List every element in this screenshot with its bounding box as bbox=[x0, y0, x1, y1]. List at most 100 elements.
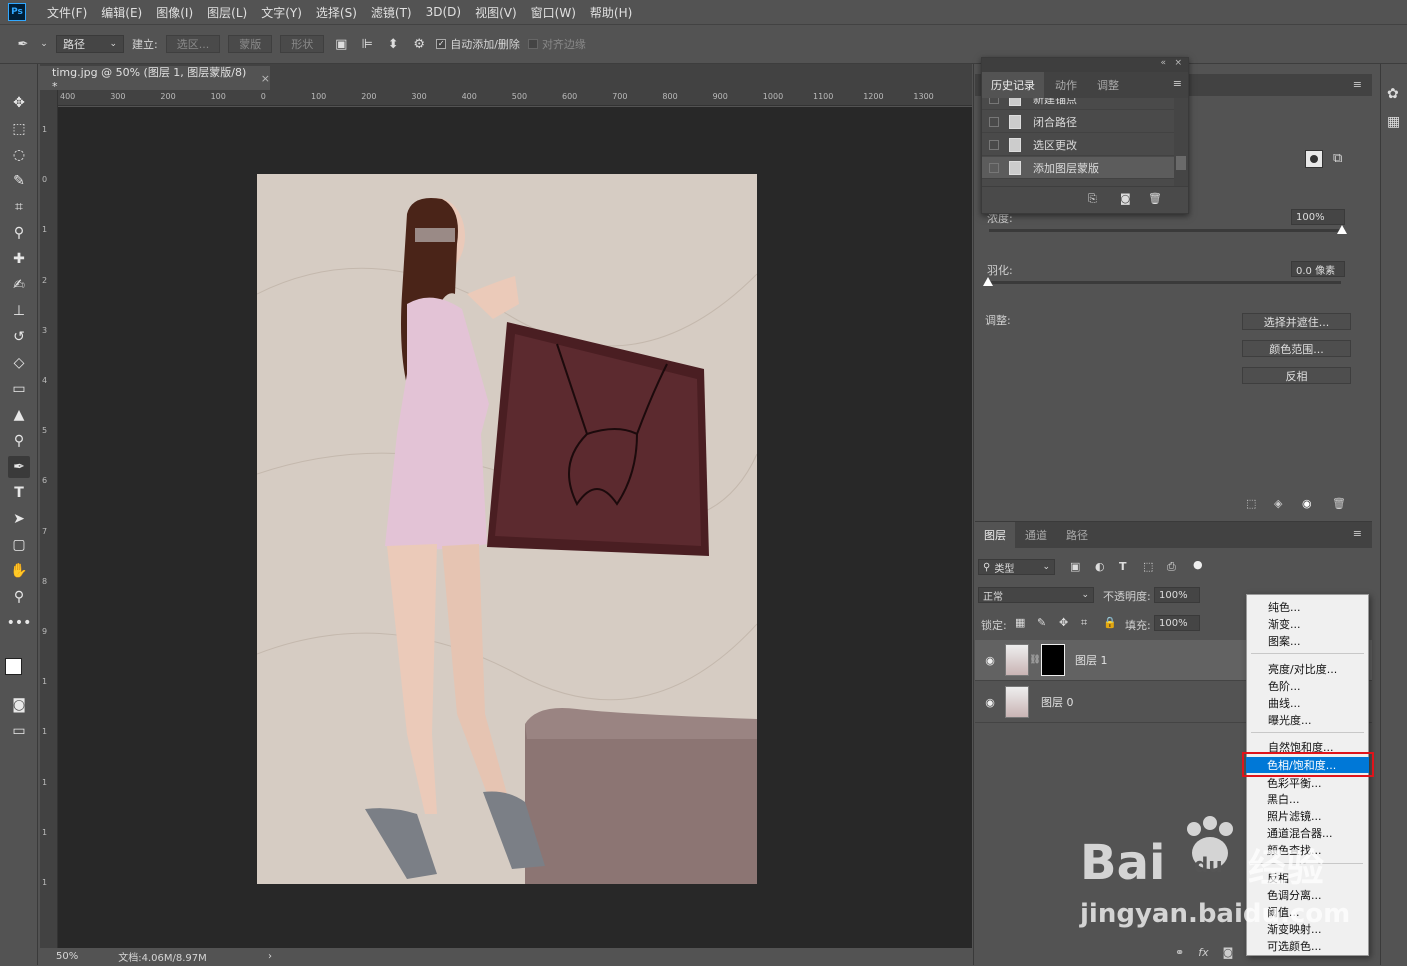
menu-item[interactable]: 曝光度... bbox=[1268, 712, 1312, 728]
chevron-right-icon[interactable]: › bbox=[268, 951, 272, 962]
load-selection-icon[interactable]: ⬚ bbox=[1246, 497, 1256, 510]
gradient-tool-icon[interactable]: ▭ bbox=[8, 378, 30, 400]
filter-kind-select[interactable]: ⚲ 类型 ⌄ bbox=[978, 559, 1055, 575]
lock-artboard-icon[interactable]: ⌗ bbox=[1081, 616, 1087, 630]
path-alignment-icon[interactable]: ⊫ bbox=[358, 35, 376, 53]
healing-tool-icon[interactable]: ✚ bbox=[8, 248, 30, 270]
gear-icon[interactable]: ⚙ bbox=[410, 35, 428, 53]
density-input[interactable]: 100% bbox=[1291, 209, 1345, 225]
menu-item[interactable]: 图案... bbox=[1268, 633, 1301, 649]
pixel-mask-icon[interactable] bbox=[1305, 150, 1323, 168]
menu-item[interactable]: 色彩平衡... bbox=[1267, 775, 1322, 791]
dodge-tool-icon[interactable]: ⚲ bbox=[8, 430, 30, 452]
layer-mask-thumbnail[interactable] bbox=[1041, 644, 1065, 676]
close-icon[interactable]: × bbox=[261, 72, 270, 85]
path-operations-icon[interactable]: ▣ bbox=[332, 35, 350, 53]
visibility-icon[interactable]: ◉ bbox=[975, 696, 1005, 709]
density-slider[interactable] bbox=[989, 229, 1341, 232]
screen-mode-icon[interactable]: ▭ bbox=[8, 720, 30, 742]
pen-tool-icon[interactable]: ✒ bbox=[14, 35, 32, 53]
menu-window[interactable]: 窗口(W) bbox=[524, 4, 583, 21]
history-row-selected[interactable]: 添加图层蒙版 bbox=[982, 157, 1174, 179]
zoom-level[interactable]: 50% bbox=[56, 951, 78, 962]
opacity-input[interactable]: 100% bbox=[1154, 587, 1200, 603]
document-tab[interactable]: timg.jpg @ 50% (图层 1, 图层蒙版/8) * × bbox=[40, 66, 270, 93]
tab-channels[interactable]: 通道 bbox=[1016, 522, 1056, 548]
panel-menu-icon[interactable]: ≡ bbox=[1353, 78, 1362, 91]
menu-edit[interactable]: 编辑(E) bbox=[94, 4, 149, 21]
selection-button[interactable]: 选区... bbox=[165, 35, 221, 53]
feather-slider-handle[interactable] bbox=[983, 277, 993, 286]
lock-all-icon[interactable]: 🔒 bbox=[1103, 616, 1117, 629]
type-tool-icon[interactable]: T bbox=[8, 482, 30, 504]
blur-tool-icon[interactable]: ▲ bbox=[8, 404, 30, 426]
menu-help[interactable]: 帮助(H) bbox=[583, 4, 639, 21]
history-row[interactable]: 新建锚点 bbox=[982, 98, 1174, 110]
smart-object-filter-icon[interactable]: ⎙ bbox=[1167, 560, 1176, 574]
menu-item[interactable]: 色阶... bbox=[1268, 678, 1301, 694]
mode-select[interactable]: 路径 ⌄ bbox=[56, 35, 124, 53]
grid-icon[interactable]: ▦ bbox=[1387, 114, 1400, 130]
brush-tool-icon[interactable]: ✍ bbox=[8, 274, 30, 296]
menu-select[interactable]: 选择(S) bbox=[309, 4, 364, 21]
history-row[interactable]: 选区更改 bbox=[982, 134, 1174, 156]
shape-button[interactable]: 形状 bbox=[280, 35, 325, 53]
trash-icon[interactable]: 🗑 bbox=[1148, 192, 1162, 205]
close-icon[interactable]: × bbox=[1174, 58, 1182, 68]
trash-icon[interactable]: 🗑 bbox=[1332, 497, 1346, 510]
color-palette-icon[interactable]: ✿ bbox=[1387, 86, 1399, 102]
crop-tool-icon[interactable]: ⌗ bbox=[8, 196, 30, 218]
filter-toggle-icon[interactable]: ● bbox=[1193, 558, 1203, 571]
document-photo[interactable] bbox=[257, 174, 757, 884]
menu-type[interactable]: 文字(Y) bbox=[254, 4, 309, 21]
shape-filter-icon[interactable]: ⬚ bbox=[1143, 560, 1153, 573]
pen-tool-icon[interactable]: ✒ bbox=[8, 456, 30, 478]
more-tools-icon[interactable]: ••• bbox=[7, 612, 32, 634]
blend-mode-select[interactable]: 正常 ⌄ bbox=[978, 587, 1094, 603]
hand-tool-icon[interactable]: ✋ bbox=[8, 560, 30, 582]
pixel-filter-icon[interactable]: ▣ bbox=[1070, 560, 1080, 573]
tab-actions[interactable]: 动作 bbox=[1046, 72, 1086, 98]
color-range-button[interactable]: 颜色范围... bbox=[1242, 340, 1351, 357]
zoom-tool-icon[interactable]: ⚲ bbox=[8, 586, 30, 608]
visibility-icon[interactable]: ◉ bbox=[975, 654, 1005, 667]
foreground-color-swatch[interactable] bbox=[5, 658, 22, 675]
align-edges-checkbox[interactable]: 对齐边缘 bbox=[527, 36, 586, 52]
tab-paths[interactable]: 路径 bbox=[1057, 522, 1097, 548]
lock-pixels-icon[interactable]: ✎ bbox=[1037, 616, 1046, 629]
panel-menu-icon[interactable]: ≡ bbox=[1173, 77, 1182, 90]
menu-file[interactable]: 文件(F) bbox=[40, 4, 94, 21]
new-document-icon[interactable]: ⎘ bbox=[1088, 192, 1097, 206]
shape-tool-icon[interactable]: ▢ bbox=[8, 534, 30, 556]
scrollbar-thumb[interactable] bbox=[1176, 156, 1186, 170]
visibility-icon[interactable]: ◉ bbox=[1302, 497, 1312, 510]
history-scrollbar[interactable] bbox=[1174, 98, 1188, 186]
apply-mask-icon[interactable]: ◈ bbox=[1274, 497, 1282, 510]
menu-item[interactable]: 渐变... bbox=[1268, 616, 1301, 632]
history-brush-tool-icon[interactable]: ↺ bbox=[8, 326, 30, 348]
auto-add-delete-checkbox[interactable]: ✓ 自动添加/删除 bbox=[436, 36, 520, 52]
lock-position-icon[interactable]: ✥ bbox=[1059, 616, 1068, 629]
tab-adjustments[interactable]: 调整 bbox=[1088, 72, 1128, 98]
link-icon[interactable]: ⛓ bbox=[1029, 655, 1041, 665]
density-slider-handle[interactable] bbox=[1337, 225, 1347, 234]
vector-mask-icon[interactable]: ⧉ bbox=[1333, 151, 1342, 166]
camera-icon[interactable]: ◙ bbox=[1120, 192, 1131, 205]
lasso-tool-icon[interactable]: ◌ bbox=[8, 144, 30, 166]
chevron-down-icon[interactable]: ⌄ bbox=[40, 35, 48, 53]
collapse-icon[interactable]: « bbox=[1160, 58, 1166, 68]
path-select-tool-icon[interactable]: ➤ bbox=[8, 508, 30, 530]
menu-view[interactable]: 视图(V) bbox=[468, 4, 524, 21]
type-filter-icon[interactable]: T bbox=[1119, 560, 1127, 573]
stamp-tool-icon[interactable]: ⊥ bbox=[8, 300, 30, 322]
mask-button[interactable]: 蒙版 bbox=[228, 35, 273, 53]
select-and-mask-button[interactable]: 选择并遮住... bbox=[1242, 313, 1351, 330]
menu-item[interactable]: 纯色... bbox=[1268, 599, 1301, 615]
menu-image[interactable]: 图像(I) bbox=[149, 4, 200, 21]
menu-3d[interactable]: 3D(D) bbox=[419, 5, 468, 19]
menu-item[interactable]: 曲线... bbox=[1268, 695, 1301, 711]
document-size[interactable]: 文档:4.06M/8.97M bbox=[118, 949, 207, 964]
adjustment-filter-icon[interactable]: ◐ bbox=[1095, 560, 1105, 573]
feather-input[interactable]: 0.0 像素 bbox=[1291, 261, 1345, 277]
invert-button[interactable]: 反相 bbox=[1242, 367, 1351, 384]
